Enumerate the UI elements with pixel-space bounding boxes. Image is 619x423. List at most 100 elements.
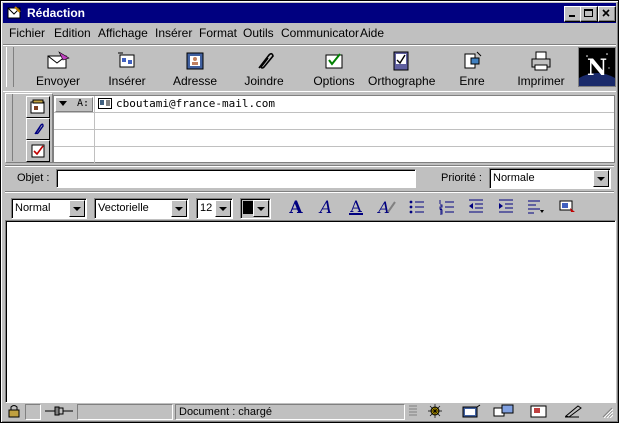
status-text-cell: Document : chargé [175, 404, 405, 420]
menu-affichage[interactable]: Affichage [98, 26, 148, 40]
send-button[interactable]: Envoyer [25, 47, 91, 89]
message-body-editor[interactable] [5, 220, 616, 403]
divider [5, 191, 614, 193]
options-label: Options [313, 74, 355, 88]
italic-button[interactable]: A [313, 196, 337, 218]
options-icon [325, 53, 343, 69]
chevron-down-icon [171, 200, 187, 217]
recipient-row[interactable] [54, 147, 614, 163]
quote-label: Insérer [108, 74, 146, 88]
bullet-list-icon [409, 200, 424, 214]
outdent-icon [469, 199, 483, 213]
menu-format[interactable]: Format [199, 26, 237, 40]
attach-button[interactable]: Joindre [231, 47, 297, 89]
pen-icon[interactable] [563, 404, 583, 418]
menu-inserer[interactable]: Insérer [155, 26, 192, 40]
recipient-type-cell: A: [54, 96, 95, 112]
underline-button[interactable]: A [343, 196, 367, 218]
netscape-logo[interactable]: N [578, 47, 616, 87]
paperclip-icon [34, 123, 44, 135]
quote-button[interactable]: Insérer [94, 47, 160, 89]
print-icon [531, 51, 551, 71]
priority-select[interactable]: Normale [489, 168, 611, 189]
recipient-type-dropdown[interactable]: A: [55, 97, 93, 112]
bullet-list-button[interactable] [405, 196, 429, 218]
connection-icon[interactable] [43, 404, 75, 418]
save-label: Enre [459, 74, 485, 88]
composer-icon[interactable] [529, 404, 549, 418]
compose-app-icon [7, 6, 21, 19]
text-style-icon: A [376, 198, 396, 216]
paragraph-style-value: Normal [15, 202, 51, 214]
svg-text:A: A [318, 198, 332, 216]
discussion-icon[interactable] [493, 404, 515, 418]
recipient-email[interactable]: cboutami@france-mail.com [116, 97, 275, 110]
maximize-button[interactable] [580, 6, 598, 22]
menu-fichier[interactable]: Fichier [9, 26, 45, 40]
recipient-row[interactable] [54, 130, 614, 147]
title-bar[interactable]: Rédaction [3, 3, 616, 23]
numbered-list-button[interactable] [435, 196, 459, 218]
insert-object-button[interactable] [554, 196, 578, 218]
mailbox-icon[interactable] [461, 404, 481, 418]
recipient-row[interactable] [54, 113, 614, 130]
navigator-icon[interactable] [425, 404, 445, 418]
address-area: A: cboutami@france-mail.com [5, 93, 615, 163]
address-label: Adresse [172, 74, 218, 88]
resize-grip-icon[interactable] [601, 406, 613, 418]
spellcheck-button[interactable]: Orthographe [368, 47, 436, 89]
toolbar-grip[interactable] [6, 47, 14, 87]
indent-button[interactable] [494, 196, 518, 218]
insert-object-icon [559, 200, 575, 212]
compose-window: Rédaction Fichier Edition Affichage Insé… [0, 0, 619, 423]
font-select[interactable]: Vectorielle [94, 198, 189, 219]
address-tab[interactable] [26, 96, 50, 118]
chevron-down-icon [253, 200, 269, 217]
priority-label: Priorité : [441, 172, 482, 184]
bold-button[interactable]: A [283, 196, 307, 218]
attachments-tab[interactable] [26, 118, 50, 140]
close-button[interactable] [598, 6, 616, 22]
recipient-type-cell [54, 130, 95, 146]
menu-edition[interactable]: Edition [54, 26, 91, 40]
chevron-down-icon [59, 101, 67, 106]
print-button[interactable]: Imprimer [508, 47, 574, 89]
main-toolbar: Envoyer Insérer Adresse Joindre Options … [3, 44, 616, 92]
bold-icon: A [288, 198, 303, 216]
chevron-down-icon [593, 170, 609, 187]
indent-icon [499, 199, 513, 213]
paragraph-style-select[interactable]: Normal [11, 198, 87, 219]
text-color-select[interactable] [240, 198, 271, 219]
menu-outils[interactable]: Outils [243, 26, 274, 40]
style-button[interactable]: A [373, 196, 397, 218]
status-text: Document : chargé [179, 406, 272, 418]
component-bar-grip-icon[interactable] [407, 404, 419, 418]
maximize-icon [584, 9, 593, 17]
send-label: Envoyer [35, 74, 81, 88]
recipient-type-label: A: [76, 98, 89, 109]
save-button[interactable]: Enre [439, 47, 505, 89]
menu-aide[interactable]: Aide [360, 26, 384, 40]
outdent-button[interactable] [464, 196, 488, 218]
chevron-down-icon [69, 200, 85, 217]
chevron-down-icon [215, 200, 231, 217]
address-button[interactable]: Adresse [162, 47, 228, 89]
options-button[interactable]: Options [301, 47, 367, 89]
attach-icon [258, 52, 274, 69]
netscape-letter: N [587, 55, 607, 81]
recipient-row[interactable]: A: cboutami@france-mail.com [54, 96, 614, 113]
align-left-icon [528, 200, 544, 214]
lock-icon[interactable] [6, 404, 22, 418]
svg-text:A: A [288, 198, 303, 216]
send-icon [47, 51, 70, 69]
status-cell [25, 404, 41, 420]
alignment-button[interactable] [523, 196, 547, 218]
font-size-select[interactable]: 12 [196, 198, 233, 219]
italic-icon: A [318, 198, 332, 216]
subject-input[interactable] [56, 169, 416, 188]
print-label: Imprimer [517, 74, 565, 88]
spellcheck-label: Orthographe [368, 74, 436, 88]
menu-communicator[interactable]: Communicator [281, 26, 359, 40]
address-tabs [5, 93, 53, 163]
message-options-tab[interactable] [26, 140, 50, 162]
